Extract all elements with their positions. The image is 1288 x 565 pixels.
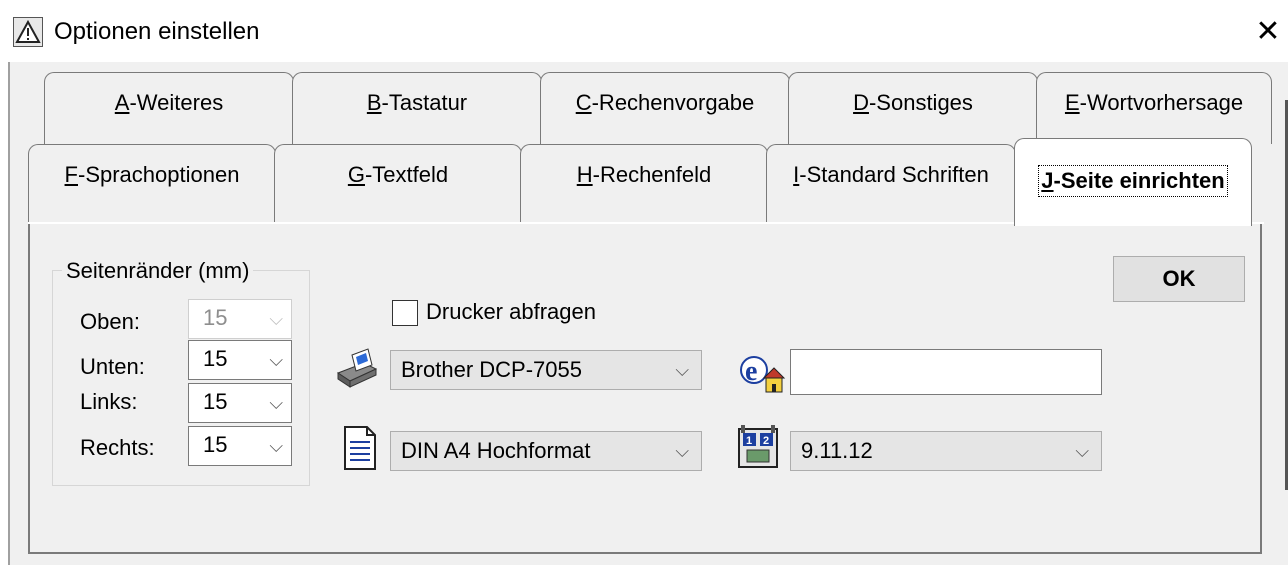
tab-label: -Textfeld (364, 162, 449, 187)
svg-text:e: e (745, 356, 757, 387)
chevron-down-icon[interactable]: ⌵ (675, 438, 689, 464)
tab-mnemonic: J (1041, 168, 1054, 193)
tab-mnemonic: C (575, 90, 592, 115)
printer-select[interactable]: Brother DCP-7055 ⌵ (390, 350, 702, 390)
tab-f-sprachoptionen[interactable]: F-Sprachoptionen (28, 144, 276, 222)
tab-mnemonic: F (64, 162, 78, 187)
bottom-margin-combo[interactable]: 15 ⌵ (188, 340, 292, 380)
calendar-date-icon: 1 2 (736, 424, 780, 468)
tab-label: -Standard Schriften (799, 162, 989, 187)
printer-select-value: Brother DCP-7055 (401, 357, 582, 382)
tab-mnemonic: B (366, 90, 382, 115)
right-margin-label: Rechts: (80, 435, 155, 460)
right-margin-value: 15 (203, 432, 228, 457)
tab-mnemonic: H (576, 162, 593, 187)
tab-h-rechenfeld[interactable]: H-Rechenfeld (520, 144, 768, 222)
chevron-down-icon[interactable]: ⌵ (269, 347, 283, 373)
right-margin-combo[interactable]: 15 ⌵ (188, 426, 292, 466)
svg-text:1: 1 (746, 435, 752, 447)
title-bar: Optionen einstellen ✕ (0, 0, 1288, 62)
tab-mnemonic: G (347, 162, 365, 187)
window-title: Optionen einstellen (54, 18, 260, 45)
tab-g-textfeld[interactable]: G-Textfeld (274, 144, 522, 222)
left-margin-combo[interactable]: 15 ⌵ (188, 383, 292, 423)
tab-c-rechenvorgabe[interactable]: C-Rechenvorgabe (540, 72, 790, 144)
date-format-value: 9.11.12 (801, 438, 873, 463)
tab-b-tastatur[interactable]: B-Tastatur (292, 72, 542, 144)
filename-input[interactable] (790, 349, 1102, 395)
internet-explorer-home-icon: e (738, 350, 786, 394)
margins-group-legend: Seitenränder (mm) (62, 258, 254, 284)
tab-mnemonic: D (853, 90, 869, 115)
panel-highlight (1250, 222, 1264, 224)
top-margin-combo: 15 ⌵ (188, 299, 292, 339)
top-margin-label: Oben: (80, 309, 140, 334)
tab-label: -Wortvorhersage (1079, 90, 1244, 115)
tab-mnemonic: E (1064, 90, 1080, 115)
bottom-margin-value: 15 (203, 346, 228, 371)
tab-label: -Tastatur (381, 90, 468, 115)
close-icon[interactable]: ✕ (1252, 14, 1284, 50)
tab-label: -Rechenvorgabe (591, 90, 755, 115)
tab-d-sonstiges[interactable]: D-Sonstiges (788, 72, 1038, 144)
tab-a-weiteres[interactable]: A-Weiteres (44, 72, 294, 144)
chevron-down-icon[interactable]: ⌵ (1075, 438, 1089, 464)
tab-label: -Sprachoptionen (78, 162, 240, 187)
tab-e-wortvorhersage[interactable]: E-Wortvorhersage (1036, 72, 1272, 144)
paper-format-select[interactable]: DIN A4 Hochformat ⌵ (390, 431, 702, 471)
left-margin-label: Links: (80, 389, 138, 414)
tab-i-standard-schriften[interactable]: I-Standard Schriften (766, 144, 1016, 222)
printer-query-checkbox[interactable] (392, 300, 418, 326)
warning-app-icon (13, 17, 43, 47)
chevron-down-icon[interactable]: ⌵ (269, 433, 283, 459)
ok-button[interactable]: OK (1113, 256, 1245, 302)
tab-label: -Sonstiges (868, 90, 973, 115)
tab-j-seite-einrichten[interactable]: J-Seite einrichten (1014, 138, 1252, 226)
panel-highlight (28, 222, 1016, 224)
bottom-margin-label: Unten: (80, 354, 145, 379)
window-frame-right (1268, 100, 1288, 490)
chevron-down-icon[interactable]: ⌵ (675, 357, 689, 383)
svg-text:2: 2 (763, 435, 769, 447)
tab-label: -Weiteres (129, 90, 224, 115)
printer-icon (334, 347, 378, 391)
top-margin-value: 15 (203, 305, 228, 330)
paper-format-value: DIN A4 Hochformat (401, 438, 591, 463)
chevron-down-icon[interactable]: ⌵ (269, 390, 283, 416)
window-frame-left (8, 62, 10, 565)
date-format-select[interactable]: 9.11.12 ⌵ (790, 431, 1102, 471)
tab-label: -Seite einrichten (1053, 168, 1225, 193)
tab-focus-rect: J-Seite einrichten (1038, 165, 1228, 197)
chevron-down-icon: ⌵ (269, 309, 283, 329)
tab-label: -Rechenfeld (592, 162, 712, 187)
tab-mnemonic: A (114, 90, 130, 115)
printer-query-label[interactable]: Drucker abfragen (426, 298, 596, 326)
left-margin-value: 15 (203, 389, 228, 414)
page-document-icon (343, 425, 387, 470)
